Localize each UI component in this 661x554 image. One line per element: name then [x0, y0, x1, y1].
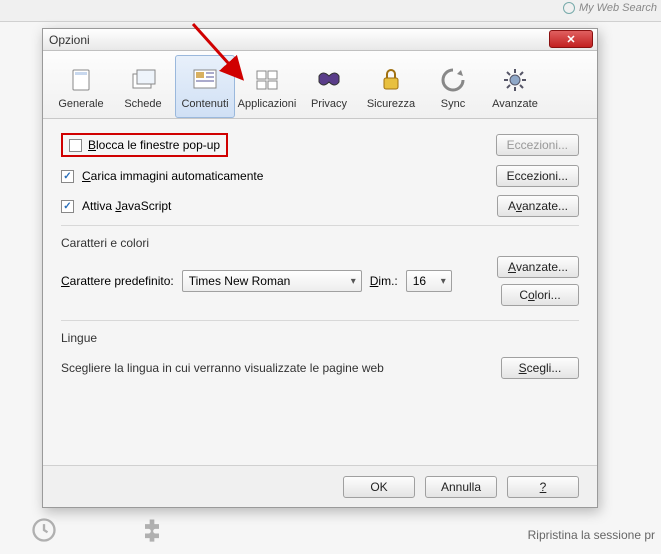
block-popups-exceptions-button[interactable]: Eccezioni... — [496, 134, 579, 156]
tab-sync[interactable]: Sync — [423, 55, 483, 118]
load-images-checkbox[interactable] — [61, 170, 74, 183]
tab-generale[interactable]: Generale — [51, 55, 111, 118]
close-icon: ✕ — [566, 33, 575, 46]
content-panel: Blocca le finestre pop-up Eccezioni... C… — [43, 119, 597, 467]
close-button[interactable]: ✕ — [549, 30, 593, 48]
block-popups-checkbox[interactable] — [69, 139, 82, 152]
tab-sicurezza[interactable]: Sicurezza — [361, 55, 421, 118]
font-size-select[interactable]: 16 — [406, 270, 452, 292]
tab-label: Privacy — [311, 98, 347, 110]
options-dialog: Opzioni ✕ Generale Schede Contenuti Appl… — [42, 28, 598, 508]
tab-applicazioni[interactable]: Applicazioni — [237, 55, 297, 118]
cancel-button[interactable]: Annulla — [425, 476, 497, 498]
tab-privacy[interactable]: Privacy — [299, 55, 359, 118]
sync-icon — [437, 64, 469, 96]
tab-avanzate[interactable]: Avanzate — [485, 55, 545, 118]
tab-label: Sicurezza — [367, 98, 415, 110]
enable-js-advanced-button[interactable]: Avanzate... — [497, 195, 579, 217]
block-popups-highlight: Blocca le finestre pop-up — [61, 133, 228, 157]
load-images-label: Carica immagini automaticamente — [82, 169, 263, 183]
content-icon — [189, 64, 221, 96]
tab-schede[interactable]: Schede — [113, 55, 173, 118]
load-images-exceptions-button[interactable]: Eccezioni... — [496, 165, 579, 187]
font-size-value: 16 — [413, 274, 426, 288]
fonts-advanced-button[interactable]: Avanzate... — [497, 256, 579, 278]
tab-label: Sync — [441, 98, 465, 110]
ok-button[interactable]: OK — [343, 476, 415, 498]
colors-button[interactable]: Colori... — [501, 284, 579, 306]
choose-language-button[interactable]: Scegli... — [501, 357, 579, 379]
tab-label: Avanzate — [492, 98, 538, 110]
history-icon — [30, 516, 58, 544]
security-icon — [375, 64, 407, 96]
general-icon — [65, 64, 97, 96]
search-placeholder: My Web Search — [579, 2, 657, 14]
tab-contenuti[interactable]: Contenuti — [175, 55, 235, 118]
languages-section-title: Lingue — [61, 321, 579, 351]
languages-description: Scegliere la lingua in cui verranno visu… — [61, 355, 384, 381]
search-hint: My Web Search — [563, 2, 657, 14]
restore-session-text: Ripristina la sessione pr — [528, 528, 655, 542]
status-icons — [30, 516, 166, 544]
enable-js-checkbox[interactable] — [61, 200, 74, 213]
help-button[interactable]: ? — [507, 476, 579, 498]
tab-label: Schede — [124, 98, 161, 110]
enable-js-label: Attiva JavaScript — [82, 199, 171, 213]
default-font-label: Carattere predefinito: — [61, 274, 174, 288]
fonts-section-title: Caratteri e colori — [61, 226, 579, 256]
browser-top-bar: My Web Search — [0, 0, 661, 22]
tab-label: Generale — [58, 98, 103, 110]
dialog-title: Opzioni — [49, 33, 90, 47]
tab-label: Applicazioni — [238, 98, 297, 110]
tabs-icon — [127, 64, 159, 96]
dialog-titlebar: Opzioni ✕ — [43, 29, 597, 51]
tab-label: Contenuti — [181, 98, 228, 110]
gear-icon — [499, 64, 531, 96]
tabs-toolbar: Generale Schede Contenuti Applicazioni P… — [43, 51, 597, 119]
addons-icon — [138, 516, 166, 544]
block-popups-label: Blocca le finestre pop-up — [88, 138, 220, 152]
applications-icon — [251, 64, 283, 96]
dialog-button-bar: OK Annulla ? — [43, 465, 597, 507]
default-font-select[interactable]: Times New Roman — [182, 270, 362, 292]
privacy-icon — [313, 64, 345, 96]
search-icon — [563, 2, 575, 14]
font-size-label: Dim.: — [370, 274, 398, 288]
default-font-value: Times New Roman — [189, 274, 291, 288]
